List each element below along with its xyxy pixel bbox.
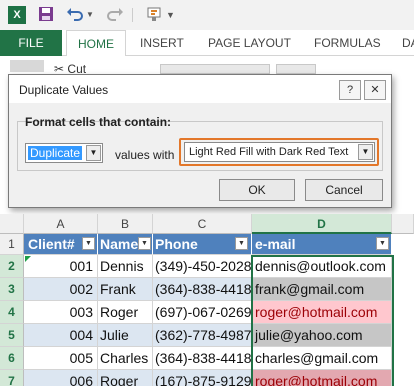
row-header-4[interactable]: 4 — [0, 301, 24, 324]
cell-phone[interactable]: (167)-875-9129 — [153, 370, 252, 386]
cell-client[interactable]: 006 — [24, 370, 98, 386]
chevron-down-icon: ▼ — [358, 144, 373, 160]
cell-name[interactable]: Frank — [98, 278, 153, 301]
row-header-2[interactable]: 2 — [0, 255, 24, 278]
cell-client[interactable]: 003 — [24, 301, 98, 324]
cell-name[interactable]: Julie — [98, 324, 153, 347]
close-button[interactable]: ✕ — [364, 80, 386, 100]
cell-phone[interactable]: (349)-450-2028 — [153, 255, 252, 278]
cell-client[interactable]: 004 — [24, 324, 98, 347]
filter-dropdown-icon[interactable]: ▼ — [235, 237, 248, 250]
tab-home[interactable]: HOME — [66, 30, 126, 57]
row-header-1[interactable]: 1 — [0, 234, 24, 255]
column-header-b[interactable]: B — [98, 214, 153, 234]
header-cell-phone[interactable]: Phone ▼ — [153, 234, 252, 255]
filter-dropdown-icon[interactable]: ▼ — [376, 237, 389, 250]
paste-button[interactable] — [10, 60, 44, 72]
row-header-3[interactable]: 3 — [0, 278, 24, 301]
help-button[interactable]: ? — [339, 80, 361, 100]
tab-insert[interactable]: INSERT — [140, 30, 184, 56]
row-header-5[interactable]: 5 — [0, 324, 24, 347]
cell-phone[interactable]: (362)-778-4987 — [153, 324, 252, 347]
cell-name[interactable]: Roger — [98, 370, 153, 386]
cell-client[interactable]: 001 — [24, 255, 98, 278]
worksheet-grid[interactable]: A B C D 1 2 3 4 5 6 7 Client# ▼ Name ▼ P… — [0, 214, 414, 386]
filter-dropdown-icon[interactable]: ▼ — [82, 237, 95, 250]
tab-data[interactable]: DA — [402, 30, 414, 56]
dropdown-icon[interactable]: ▼ — [86, 6, 94, 24]
cell-phone[interactable]: (364)-838-4418 — [153, 347, 252, 370]
ribbon-tabs: FILE HOME INSERT PAGE LAYOUT FORMULAS DA — [0, 30, 414, 57]
tab-page-layout[interactable]: PAGE LAYOUT — [208, 30, 291, 56]
header-email-label: e-mail — [255, 236, 296, 252]
values-with-label: values with — [115, 148, 175, 162]
customize-icon[interactable]: ▼ — [166, 6, 175, 24]
undo-icon[interactable] — [66, 6, 84, 24]
dialog-title: Duplicate Values — [19, 83, 109, 97]
font-name-box[interactable] — [160, 64, 270, 74]
cell-phone[interactable]: (364)-838-4418 — [153, 278, 252, 301]
row-header-6[interactable]: 6 — [0, 347, 24, 370]
error-indicator-icon — [25, 256, 31, 262]
save-icon[interactable] — [38, 6, 54, 24]
header-name-label: Name — [100, 236, 139, 252]
cell-email[interactable]: julie@yahoo.com — [252, 324, 392, 347]
cell-email-duplicate[interactable]: roger@hotmail.com — [252, 370, 392, 386]
excel-logo-icon: X — [8, 6, 26, 24]
cell-email[interactable]: dennis@outlook.com — [252, 255, 392, 278]
cell-name[interactable]: Roger — [98, 301, 153, 324]
column-header-d[interactable]: D — [252, 214, 392, 234]
filter-dropdown-icon[interactable]: ▼ — [138, 237, 151, 250]
column-header-a[interactable]: A — [24, 214, 98, 234]
cell-client[interactable]: 002 — [24, 278, 98, 301]
dialog-title-bar: Duplicate Values ? ✕ — [9, 75, 391, 103]
redo-icon[interactable] — [106, 6, 124, 24]
duplicate-values-dialog: Duplicate Values ? ✕ Format cells that c… — [8, 74, 392, 208]
select-all-corner[interactable] — [0, 214, 24, 234]
header-cell-client[interactable]: Client# ▼ — [24, 234, 98, 255]
header-cell-email[interactable]: e-mail ▼ — [252, 234, 392, 255]
tab-file[interactable]: FILE — [0, 30, 62, 56]
format-group-label: Format cells that contain: — [25, 115, 172, 129]
font-size-box[interactable] — [276, 64, 316, 74]
column-header-e[interactable] — [392, 214, 414, 234]
cell-name[interactable]: Dennis — [98, 255, 153, 278]
duplicate-type-value: Duplicate — [28, 146, 83, 160]
column-header-c[interactable]: C — [153, 214, 252, 234]
cell-client[interactable]: 005 — [24, 347, 98, 370]
chevron-down-icon: ▼ — [86, 145, 101, 161]
cell-email[interactable]: charles@gmail.com — [252, 347, 392, 370]
format-style-value: Light Red Fill with Dark Red Text — [189, 146, 349, 158]
toolbar-divider — [132, 8, 133, 22]
header-client-label: Client# — [28, 236, 75, 252]
tab-formulas[interactable]: FORMULAS — [314, 30, 381, 56]
cell-phone[interactable]: (697)-067-0269 — [153, 301, 252, 324]
header-phone-label: Phone — [155, 236, 198, 252]
cell-name[interactable]: Charles — [98, 347, 153, 370]
header-cell-name[interactable]: Name ▼ — [98, 234, 153, 255]
row-header-7[interactable]: 7 — [0, 370, 24, 386]
cell-email-duplicate[interactable]: roger@hotmail.com — [252, 301, 392, 324]
cell-email[interactable]: frank@gmail.com — [252, 278, 392, 301]
duplicate-type-select[interactable]: Duplicate ▼ — [25, 143, 103, 163]
format-style-select[interactable]: Light Red Fill with Dark Red Text ▼ — [184, 142, 375, 162]
cancel-button[interactable]: Cancel — [305, 179, 383, 201]
quick-access-toolbar: X ▼ ▼ — [0, 0, 414, 30]
ok-button[interactable]: OK — [219, 179, 295, 201]
format-painter-icon[interactable] — [146, 6, 162, 24]
